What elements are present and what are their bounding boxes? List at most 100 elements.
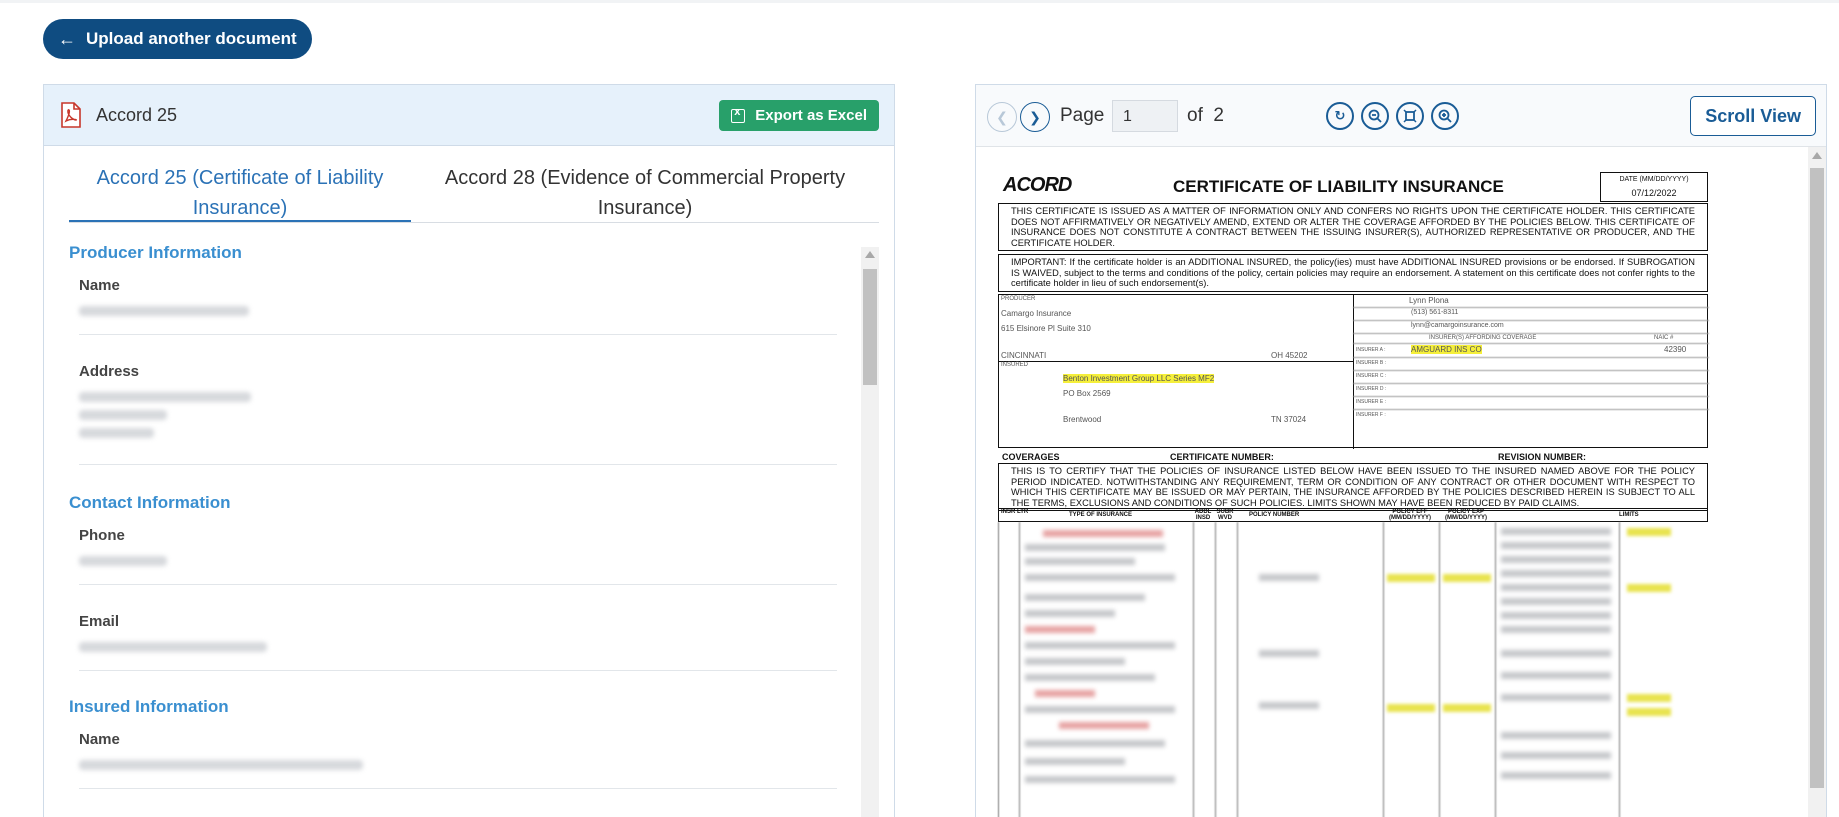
scroll-up-icon[interactable] [865,251,875,258]
column-divider [1353,295,1354,449]
coverage-table-header: INSR LTR TYPE OF INSURANCE ADDL INSD SUB… [998,508,1708,522]
col-limits: LIMITS [1619,512,1639,518]
row-line [1353,320,1709,321]
row-line [1353,307,1709,308]
tab-accord-25[interactable]: Accord 25 (Certificate of Liability Insu… [69,163,411,222]
row-line [1353,343,1709,344]
viewer-toolbar: ❮ ❯ Page 1 of 2 ↻ Scroll View [976,85,1826,147]
coverage-table-body [998,522,1708,817]
contact-section-title: Contact Information [69,493,231,512]
rotate-icon: ↻ [1334,108,1346,123]
insured-state: TN 37024 [1271,415,1307,424]
insurer-a: AMGUARD INS CO [1411,345,1482,354]
export-excel-button[interactable]: Export as Excel [719,100,879,131]
scroll-thumb[interactable] [1810,168,1824,788]
blurred-line [1259,702,1319,709]
insurer-letter: INSURER C : [1356,373,1387,379]
blurred-line [1059,722,1149,729]
scroll-view-button[interactable]: Scroll View [1690,96,1816,136]
previous-page-button[interactable]: ❮ [987,102,1017,132]
acord-logo: ACORD [1003,174,1072,196]
blurred-line [1501,626,1611,633]
certificate-title: CERTIFICATE OF LIABILITY INSURANCE [1173,177,1504,196]
col-line [1019,522,1020,817]
page-total: of 2 [1187,105,1224,127]
blurred-line [1025,594,1145,601]
contact-name: Lynn Plona [1409,296,1449,305]
blurred-line [1025,544,1165,551]
col-addl: ADDL INSD [1194,509,1212,521]
col-line [1383,522,1384,817]
highlight [1627,584,1671,592]
redacted-value [79,392,251,402]
chevron-left-icon: ❮ [996,108,1008,125]
producer-section-title: Producer Information [69,243,242,262]
fields-scrollbar[interactable] [861,247,879,817]
col-line [1619,522,1620,817]
blurred-line [1501,598,1611,605]
tab-accord-28[interactable]: Accord 28 (Evidence of Commercial Proper… [411,163,879,222]
highlight [1387,704,1435,712]
fit-page-icon [1403,109,1417,123]
zoom-in-button[interactable] [1431,102,1459,130]
col-subr: SUBR WVD [1216,509,1234,521]
field-label: Address [79,363,140,380]
insurer-letter: INSURER B : [1356,360,1387,366]
date-label: DATE (MM/DD/YYYY) [1619,176,1689,183]
page-number-input[interactable]: 1 [1112,100,1178,132]
highlight [1443,704,1491,712]
col-line [1439,522,1440,817]
blurred-line [1043,530,1163,537]
blurred-line [1501,650,1611,657]
blurred-line [1501,612,1611,619]
redacted-value [79,556,167,566]
row-line [1353,370,1709,371]
col-policy: POLICY NUMBER [1249,512,1300,518]
export-label: Export as Excel [755,107,867,124]
producer-address-field: Address [79,363,837,465]
blurred-line [1501,732,1611,739]
col-line [1193,522,1194,817]
contact-phone: (513) 561-8311 [1411,309,1459,316]
blurred-line [1025,658,1125,665]
field-label: Phone [79,527,125,544]
blurred-line [1501,772,1611,779]
fit-page-button[interactable] [1396,102,1424,130]
blurred-line [1501,584,1611,591]
document-scrollbar[interactable] [1808,147,1826,817]
row-line [1353,383,1709,384]
producer-address: 615 Elsinore Pl Suite 310 [1001,324,1091,333]
col-line [1495,522,1496,817]
fields-list: Producer Information Name Address Contac… [69,243,859,817]
document-page[interactable]: ACORD CERTIFICATE OF LIABILITY INSURANCE… [976,147,1810,817]
phone-field: Phone [79,527,837,585]
zoom-out-button[interactable] [1361,102,1389,130]
naic-label: NAIC # [1654,335,1674,341]
redacted-value [79,760,363,770]
scroll-up-icon[interactable] [1812,152,1822,159]
next-page-button[interactable]: ❯ [1020,102,1050,132]
form-tabs: Accord 25 (Certificate of Liability Insu… [69,163,879,223]
insured-name-field: Name [79,731,837,789]
insured-section-title: Insured Information [69,697,229,716]
notice-disclaimer: THIS CERTIFICATE IS ISSUED AS A MATTER O… [998,203,1708,251]
rotate-button[interactable]: ↻ [1326,102,1354,130]
date-box: DATE (MM/DD/YYYY) 07/12/2022 [1600,172,1708,202]
blurred-line [1025,674,1155,681]
insurer-header: INSURER(S) AFFORDING COVERAGE [1429,335,1537,341]
redacted-value [79,306,249,316]
scroll-thumb[interactable] [863,269,877,385]
page-label: Page [1060,105,1105,126]
upload-button-label: Upload another document [86,29,297,48]
document-viewer: ❮ ❯ Page 1 of 2 ↻ Scroll View ACORD CERT… [975,84,1827,817]
highlight [1627,694,1671,702]
insured-city: Brentwood [1063,415,1102,424]
redacted-value [79,642,267,652]
insured-name: Benton Investment Group LLC Series MF2 [1063,374,1215,383]
blurred-line [1025,776,1175,783]
blurred-line [1501,570,1611,577]
revision-number-label: REVISION NUMBER: [1498,452,1587,462]
upload-another-document-button[interactable]: ← Upload another document [43,19,312,59]
email-field: Email [79,613,837,671]
col-line [1237,522,1238,817]
